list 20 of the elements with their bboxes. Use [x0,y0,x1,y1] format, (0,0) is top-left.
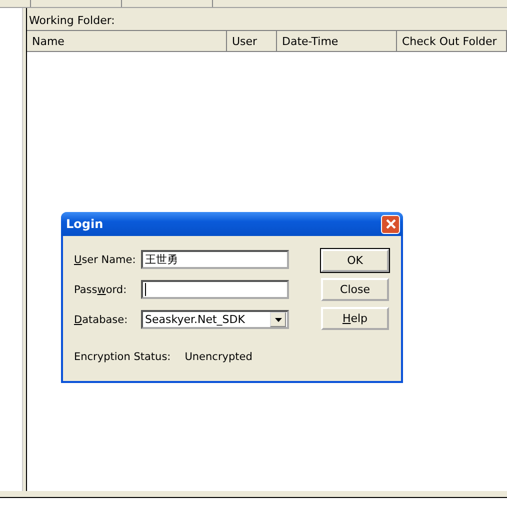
dialog-title: Login [66,217,104,231]
password-field[interactable] [141,280,289,299]
encryption-status-value: Unencrypted [184,351,252,363]
user-name-field[interactable]: 王世勇 [141,250,289,269]
dialog-button[interactable]: OK [321,249,389,272]
caret-icon [274,318,282,322]
column-header[interactable]: User [227,31,277,51]
dialog-button[interactable]: Close [321,278,389,301]
working-folder-label: Working Folder: [29,14,115,26]
column-header[interactable]: Date-Time [277,31,397,51]
field-label: Database: [74,314,129,326]
field-label: Password: [74,284,128,296]
close-icon [384,218,396,230]
field-label: User Name: [74,254,135,266]
database-dropdown[interactable]: Seaskyer.Net_SDK [141,310,289,329]
encryption-status-label: Encryption Status: [74,351,171,363]
column-header[interactable]: Name [27,31,227,51]
column-header[interactable]: Check Out Folder [397,31,507,51]
dialog-button[interactable]: Help [321,307,389,330]
close-button[interactable] [381,214,400,234]
